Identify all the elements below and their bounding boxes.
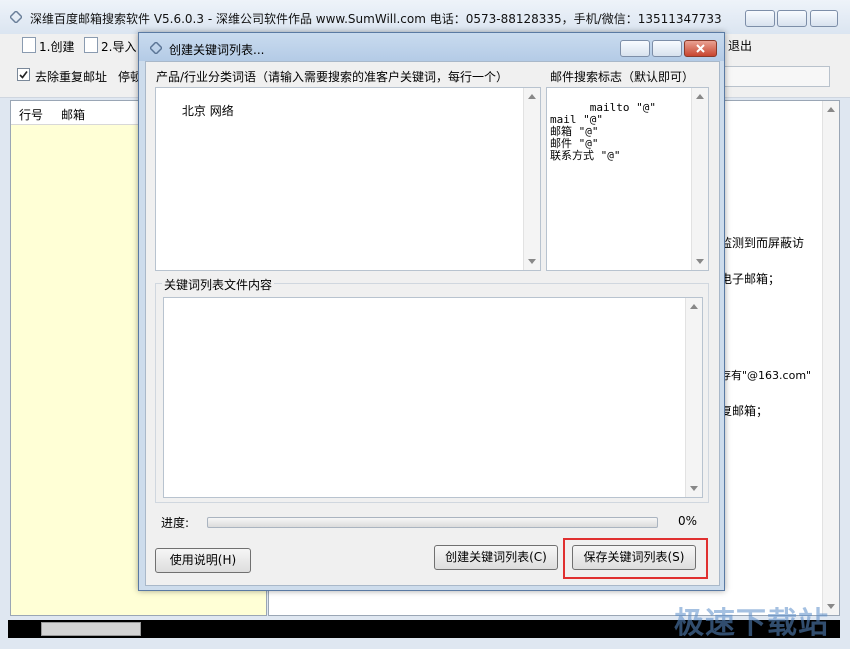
import-tool-label: 2.导入 [101,40,137,54]
save-button-highlight [563,538,708,579]
close-icon [696,44,705,53]
import-file-icon [84,37,98,53]
progress-value: 0% [678,514,698,528]
main-title-bar: 深维百度邮箱搜索软件 V5.6.0.3 - 深维公司软件作品 www.SumWi… [0,0,850,34]
create-keyword-dialog: 创建关键词列表... 产品/行业分类词语（请输入需要搜索的准客户关键词，每行一个… [138,32,725,591]
help-button[interactable]: 使用说明(H) [155,548,251,573]
horizontal-scroll-thumb[interactable] [41,622,141,636]
options-input[interactable] [718,66,830,87]
progress-bar [207,517,658,528]
check-icon [19,71,28,79]
dialog-maximize-button[interactable] [652,40,682,57]
main-window-title: 深维百度邮箱搜索软件 V5.6.0.3 - 深维公司软件作品 www.SumWi… [30,12,722,26]
dialog-body: 产品/行业分类词语（请输入需要搜索的准客户关键词，每行一个） 北京 网络 邮件搜… [145,61,720,586]
dialog-icon [148,40,164,56]
help-line-1: 监测到而屏蔽访 [720,236,805,250]
keywords-text: 北京 网络 [181,104,234,118]
markers-textarea[interactable]: mailto "@" mail "@" 邮箱 "@" 邮件 "@" 联系方式 "… [546,87,709,271]
create-tool[interactable]: 1.创建 [22,37,74,55]
progress-label: 进度: [161,516,190,530]
keywords-scrollbar[interactable] [523,88,540,270]
markers-label: 邮件搜索标志（默认即可） [550,70,695,84]
dedupe-label: 去除重复邮址 [35,70,108,84]
dialog-title: 创建关键词列表... [169,43,265,57]
new-file-icon [22,37,36,53]
exit-tool[interactable]: 退出 [728,37,752,54]
create-list-button[interactable]: 创建关键词列表(C) [434,545,558,570]
close-button[interactable] [810,10,838,27]
app-icon [8,9,24,25]
help-line-3: 存有"@163.com" [720,369,812,382]
column-row: 行号 [19,108,44,122]
help-scrollbar[interactable] [822,101,839,615]
dialog-minimize-button[interactable] [620,40,650,57]
dedupe-checkbox[interactable] [17,68,30,81]
dialog-title-bar: 创建关键词列表... [139,33,724,61]
markers-text: mailto "@" mail "@" 邮箱 "@" 邮件 "@" 联系方式 "… [550,101,656,162]
file-content-label: 关键词列表文件内容 [162,276,275,293]
watermark-logo: 极速下载站 [674,606,829,641]
markers-scrollbar[interactable] [691,88,708,270]
help-line-2: 电子邮箱； [720,272,781,286]
help-line-4: 复邮箱； [720,404,769,418]
file-content-textarea[interactable] [163,297,703,498]
maximize-button[interactable] [777,10,807,27]
file-content-scrollbar[interactable] [685,298,702,497]
column-email: 邮箱 [61,108,86,122]
dialog-close-button[interactable] [684,40,717,57]
keywords-textarea[interactable]: 北京 网络 [155,87,541,271]
keywords-label: 产品/行业分类词语（请输入需要搜索的准客户关键词，每行一个） [156,70,509,84]
minimize-button[interactable] [745,10,775,27]
create-tool-label: 1.创建 [39,40,75,54]
import-tool[interactable]: 2.导入 [84,37,136,55]
